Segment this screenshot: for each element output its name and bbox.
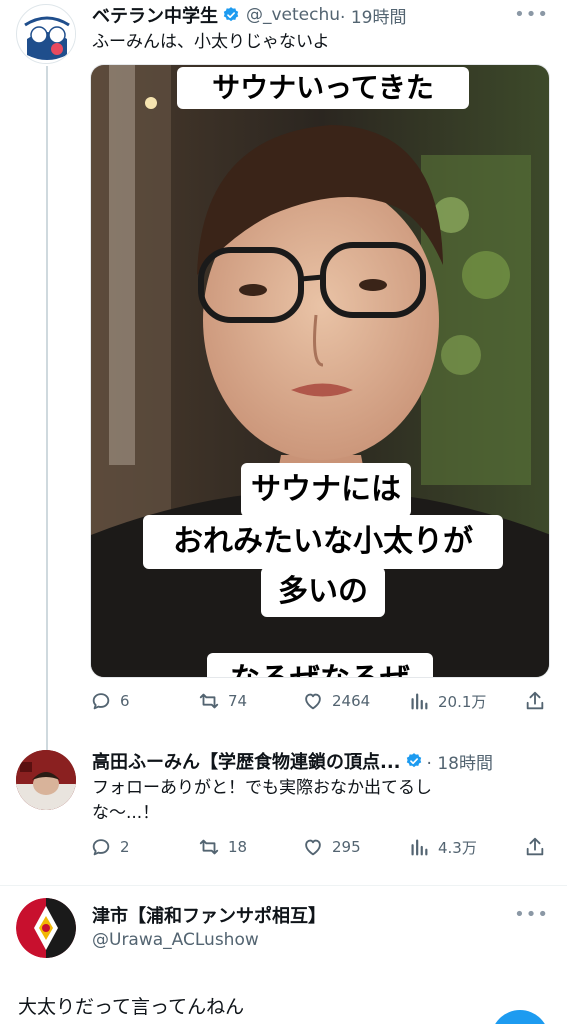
views-chart-icon: [411, 839, 428, 856]
like-button[interactable]: 295: [302, 832, 361, 862]
tweet-text-line-2: な〜...！: [92, 803, 160, 823]
tweet-vetechu[interactable]: ベテラン中学生 @_vetechu · 19時間 ••• ふーみんは、小太りじゃ…: [0, 0, 567, 740]
more-options-icon[interactable]: •••: [514, 904, 549, 925]
avatar[interactable]: [16, 898, 76, 958]
action-bar: 6 74 2464 20.1万: [90, 686, 550, 716]
tweet-takada[interactable]: 高田ふーみん【学歴食物連鎖の頂点... · 18時間 フォローありがと！でも実際…: [0, 740, 567, 885]
views-chart-icon: [411, 693, 428, 710]
tweet-photo[interactable]: サウナいってきた サウナには おれみたいな小太りが 多いの なるぜなるぜ: [90, 64, 550, 678]
reply-count: 2: [120, 838, 130, 856]
caption-mid-1: サウナには: [241, 463, 411, 517]
caption-mid-2: おれみたいな小太りが: [143, 515, 503, 569]
view-count: 20.1万: [438, 692, 487, 711]
tweet-urawa[interactable]: 津市【浦和ファンサポ相互】 ••• @Urawa_ACLushow 大太りだって…: [0, 886, 567, 1024]
share-icon: [526, 837, 544, 856]
compose-button[interactable]: [491, 1010, 549, 1024]
verified-badge-icon: [406, 753, 421, 768]
user-handle[interactable]: @Urawa_ACLushow: [92, 928, 527, 953]
retweet-button[interactable]: 74: [198, 686, 247, 716]
action-bar: 2 18 295 4.3万: [90, 832, 550, 862]
reply-count: 6: [120, 692, 130, 710]
reply-icon: [92, 839, 110, 856]
heart-icon: [305, 693, 321, 710]
retweet-icon: [199, 693, 219, 709]
tweet-header: 津市【浦和ファンサポ相互】: [92, 902, 553, 928]
user-handle[interactable]: @_vetechu: [246, 5, 340, 25]
views-button[interactable]: 4.3万: [408, 832, 477, 862]
avatar[interactable]: [16, 4, 76, 64]
share-button[interactable]: [524, 690, 546, 716]
display-name[interactable]: ベテラン中学生: [92, 2, 218, 28]
retweet-count: 74: [228, 692, 248, 710]
tweet-text: ふーみんは、小太りじゃないよ: [92, 32, 330, 52]
retweet-count: 18: [228, 838, 248, 856]
timestamp[interactable]: · 18時間: [427, 749, 493, 774]
retweet-button[interactable]: 18: [198, 832, 247, 862]
tweet-text-line-1: フォローありがと！でも実際おなか出てるし: [92, 778, 432, 798]
reply-icon: [92, 693, 110, 710]
tweet-text: 大太りだって言ってんねん: [18, 996, 245, 1018]
views-button[interactable]: 20.1万: [408, 686, 486, 716]
reply-button[interactable]: 2: [90, 832, 130, 862]
caption-bottom: なるぜなるぜ: [207, 653, 433, 677]
display-name[interactable]: 津市【浦和ファンサポ相互】: [92, 902, 326, 928]
timestamp[interactable]: · 19時間: [340, 3, 406, 28]
display-name[interactable]: 高田ふーみん【学歴食物連鎖の頂点...: [92, 748, 401, 774]
heart-icon: [305, 839, 321, 856]
like-count: 2464: [332, 692, 371, 710]
view-count: 4.3万: [438, 838, 477, 857]
caption-top: サウナいってきた: [177, 67, 469, 109]
more-options-icon[interactable]: •••: [514, 4, 549, 25]
like-count: 295: [332, 838, 361, 856]
like-button[interactable]: 2464: [302, 686, 370, 716]
share-button[interactable]: [524, 836, 546, 862]
retweet-icon: [199, 839, 219, 855]
tweet-header: ベテラン中学生 @_vetechu · 19時間: [92, 2, 553, 28]
tweet-header: 高田ふーみん【学歴食物連鎖の頂点... · 18時間: [92, 748, 553, 774]
reply-button[interactable]: 6: [90, 686, 130, 716]
caption-mid-3: 多いの: [261, 567, 385, 617]
verified-badge-icon: [223, 7, 239, 22]
avatar[interactable]: [16, 750, 76, 810]
share-icon: [526, 691, 544, 710]
